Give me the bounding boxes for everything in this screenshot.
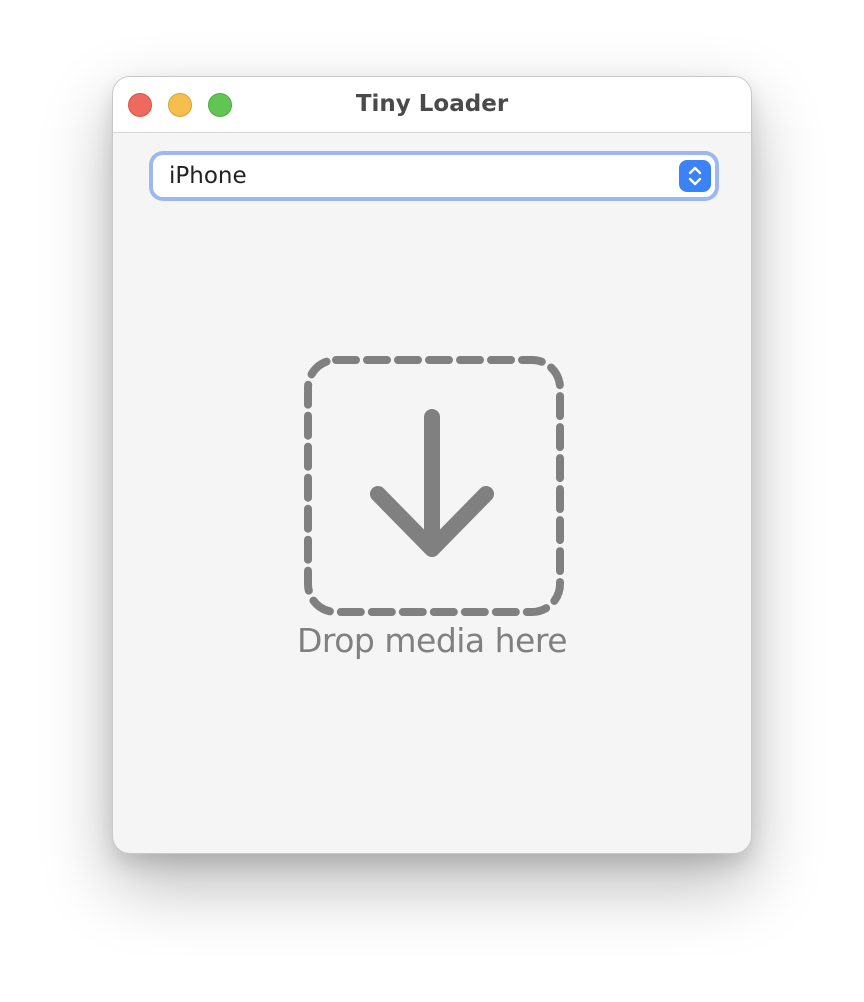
title-bar[interactable]: Tiny Loader [113,77,751,133]
chevron-up-down-icon[interactable] [679,160,711,192]
device-select-value: iPhone [169,163,247,189]
drop-zone-label: Drop media here [296,621,568,660]
window-title: Tiny Loader [355,91,509,117]
device-select[interactable]: iPhone [149,151,719,201]
app-window: Tiny Loader iPhone Drop media here [112,76,752,854]
arrow-down-icon [370,409,494,557]
drop-zone[interactable] [303,355,565,617]
drop-zone-frame [304,356,564,616]
device-select-field[interactable]: iPhone [153,155,715,197]
